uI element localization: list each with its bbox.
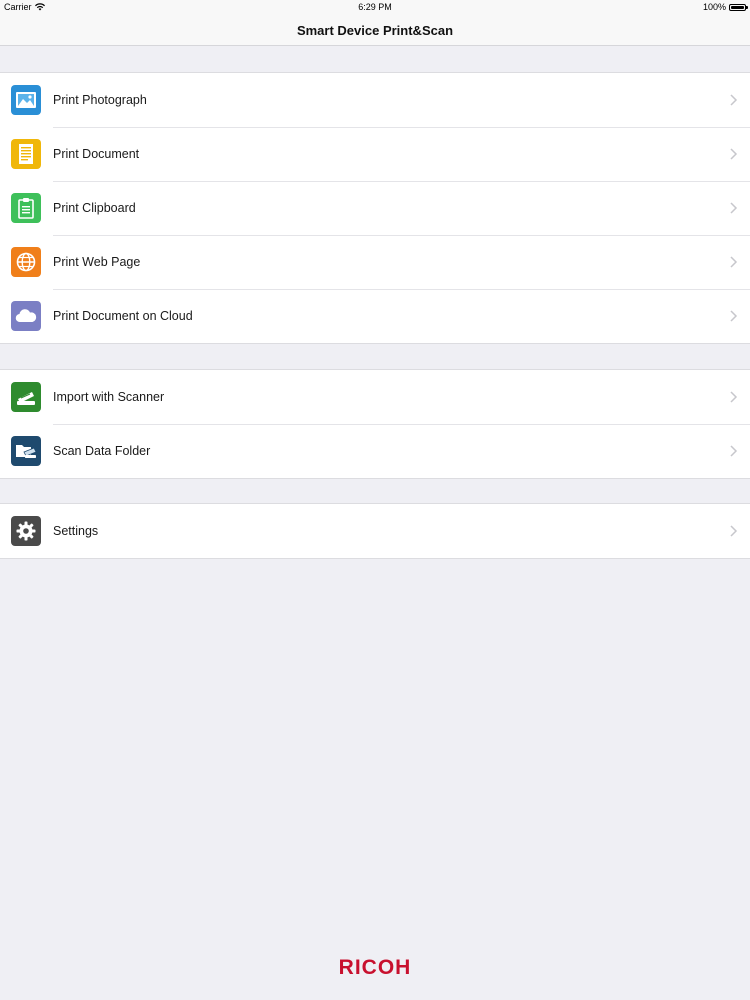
scanner-icon [11,382,41,412]
menu-item-print-document-on-cloud[interactable]: Print Document on Cloud [0,289,750,343]
battery-group: 100% [702,2,748,12]
menu-item-label: Print Photograph [53,93,147,107]
chevron-right-icon [730,310,738,322]
status-bar: Carrier 6:29 PM 100% [0,0,750,14]
clipboard-icon [11,193,41,223]
photo-icon [11,85,41,115]
globe-icon [11,247,41,277]
settings-menu-group: Settings [0,503,750,559]
page-title: Smart Device Print&Scan [296,23,454,38]
folder-icon [11,436,41,466]
document-icon [11,139,41,169]
menu-item-scan-data-folder[interactable]: Scan Data Folder [0,424,750,478]
menu-item-print-clipboard[interactable]: Print Clipboard [0,181,750,235]
chevron-right-icon [730,202,738,214]
battery-icon [729,3,748,11]
chevron-right-icon [730,525,738,537]
chevron-right-icon [730,256,738,268]
menu-item-label: Print Clipboard [53,201,136,215]
navigation-bar: Smart Device Print&Scan [0,14,750,46]
chevron-right-icon [730,94,738,106]
print-menu-group: Print Photograph Print Document Print Cl… [0,72,750,344]
menu-item-label: Settings [53,524,99,538]
battery-fill [731,5,744,9]
menu-item-label: Import with Scanner [53,390,165,404]
gear-icon [11,516,41,546]
menu-item-print-web-page[interactable]: Print Web Page [0,235,750,289]
chevron-right-icon [730,391,738,403]
scan-menu-group: Import with Scanner Scan Data Folder [0,369,750,479]
chevron-right-icon [730,445,738,457]
ricoh-logo: RICOH [338,956,412,979]
menu-item-label: Print Document [53,147,140,161]
battery-percent: 100% [702,2,726,12]
status-time: 6:29 PM [358,2,392,12]
menu-item-label: Print Web Page [53,255,141,269]
cloud-icon [11,301,41,331]
menu-item-settings[interactable]: Settings [0,504,750,558]
menu-item-label: Print Document on Cloud [53,309,193,323]
menu-item-label: Scan Data Folder [53,444,151,458]
menu-item-print-document[interactable]: Print Document [0,127,750,181]
menu-item-print-photograph[interactable]: Print Photograph [0,73,750,127]
menu-item-import-with-scanner[interactable]: Import with Scanner [0,370,750,424]
chevron-right-icon [730,148,738,160]
